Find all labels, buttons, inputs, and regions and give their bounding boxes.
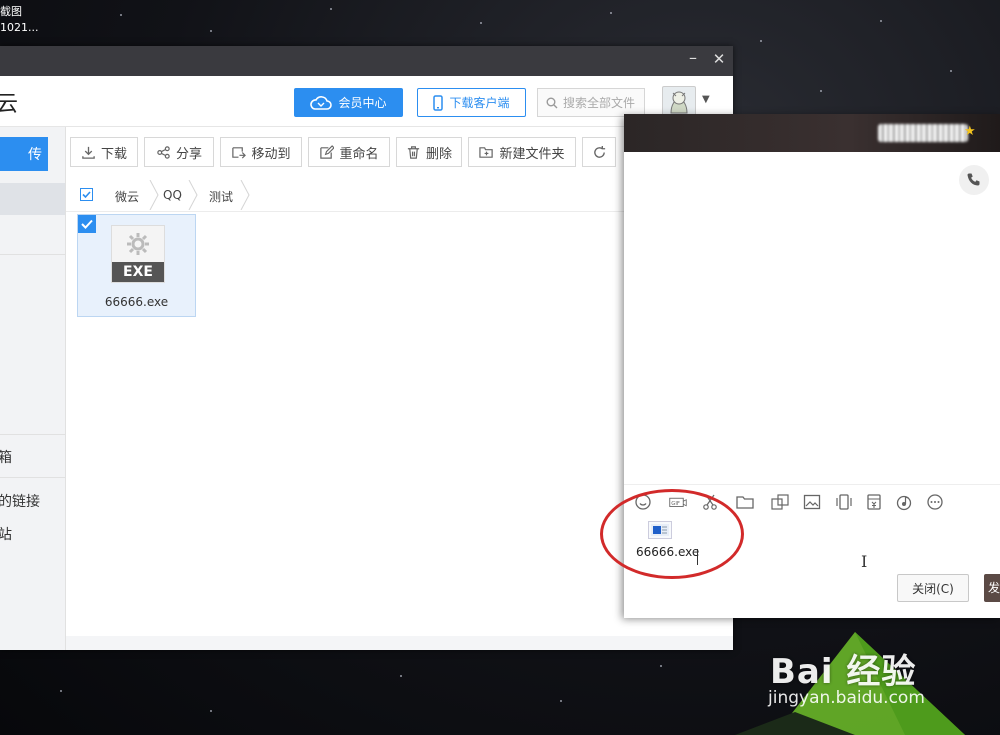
desktop-shortcut-label[interactable]: 截图 1021... (0, 4, 38, 36)
delete-button[interactable]: 删除 (396, 137, 462, 167)
share-button[interactable]: 分享 (144, 137, 214, 167)
music-icon[interactable] (894, 492, 914, 512)
sidebar-item-recycle-bin[interactable]: 站 (0, 524, 12, 544)
screenshot-icon[interactable] (770, 492, 790, 512)
upload-label: 传 (28, 147, 42, 163)
sidebar-divider (0, 434, 65, 435)
app-brand: 云 (0, 92, 19, 117)
file-name: 66666.exe (104, 295, 169, 309)
trash-icon (407, 145, 420, 159)
download-client-button[interactable]: 下载客户端 (417, 88, 526, 117)
breadcrumb-separator-icon (149, 180, 159, 210)
desktop-label-line1: 截图 (0, 5, 22, 18)
weiyun-titlebar[interactable]: – ✕ (0, 46, 733, 76)
file-checkbox[interactable] (78, 215, 96, 233)
sidebar-item-label: 的链接 (0, 494, 40, 510)
send-button[interactable]: 发 (984, 574, 1000, 602)
check-icon (81, 219, 93, 229)
move-to-button[interactable]: 移动到 (220, 137, 302, 167)
download-client-label: 下载客户端 (449, 96, 510, 110)
send-button-label: 发 (988, 581, 1000, 595)
phone-icon (433, 94, 444, 111)
avatar-image (670, 91, 688, 114)
weiyun-sidebar: 传 箱 的链接 站 (0, 127, 66, 650)
move-to-label: 移动到 (251, 146, 291, 162)
shake-icon[interactable] (834, 492, 854, 512)
breadcrumb-item-current[interactable]: 测试 (209, 188, 233, 205)
scissors-icon[interactable] (700, 492, 720, 512)
file-type-badge: EXE (112, 262, 164, 282)
refresh-icon (593, 145, 605, 158)
close-button-label: 关闭(C) (912, 581, 954, 596)
weiyun-footer (66, 636, 733, 650)
breadcrumb-separator-icon (188, 180, 198, 210)
new-folder-label: 新建文件夹 (499, 146, 565, 162)
refresh-button[interactable] (582, 137, 616, 167)
sidebar-divider (0, 254, 65, 255)
download-label: 下载 (100, 146, 127, 162)
smile-icon[interactable] (633, 492, 653, 512)
sidebar-item-label: 站 (0, 527, 12, 543)
vip-center-button[interactable]: 会员中心 (294, 88, 403, 117)
message-input-area[interactable]: GIF 66666.exe I 关闭(C) 发 (624, 484, 1000, 618)
file-icon (651, 524, 669, 536)
gif-icon[interactable]: GIF (666, 492, 690, 512)
qq-chat-header[interactable]: ★ (624, 114, 1000, 152)
minimize-icon[interactable]: – (683, 48, 703, 67)
folder-icon[interactable] (735, 492, 755, 512)
search-icon (546, 97, 558, 108)
red-packet-icon[interactable] (864, 492, 884, 512)
rename-button[interactable]: 重命名 (308, 137, 390, 167)
qq-chat-window: ★ GIF 66666.exe I 关闭(C) 发 (624, 114, 1000, 618)
more-icon[interactable] (925, 492, 945, 512)
search-input[interactable]: 搜索全部文件 (537, 88, 645, 117)
sidebar-item-label: 箱 (0, 450, 12, 466)
baidu-watermark: Bai 经验 (770, 652, 917, 692)
new-folder-icon (479, 146, 494, 158)
phone-icon (967, 173, 980, 186)
baidu-watermark-url: jingyan.baidu.com (768, 688, 925, 708)
text-caret (697, 549, 698, 565)
rename-icon (320, 144, 335, 159)
move-icon (232, 146, 247, 159)
cloud-icon (310, 95, 333, 110)
check-icon (82, 191, 91, 199)
delete-label: 删除 (425, 146, 452, 162)
text-cursor-icon: I (861, 552, 868, 571)
star-icon: ★ (964, 124, 976, 139)
attachment-file-name: 66666.exe (636, 545, 700, 559)
svg-text:GIF: GIF (671, 501, 680, 507)
share-icon (157, 145, 170, 159)
gear-icon (127, 233, 149, 255)
close-button[interactable]: 关闭(C) (897, 574, 969, 602)
share-label: 分享 (175, 146, 202, 162)
chevron-down-icon[interactable]: ▼ (702, 94, 710, 105)
breadcrumb-separator-icon (240, 180, 250, 210)
attachment-file-icon[interactable] (648, 521, 672, 539)
desktop-label-line2: 1021... (0, 21, 39, 34)
download-icon (82, 146, 95, 159)
file-item[interactable]: EXE 66666.exe (77, 214, 196, 317)
breadcrumb-item[interactable]: QQ (163, 188, 182, 202)
sidebar-item-my-links[interactable]: 的链接 (0, 491, 40, 511)
image-icon[interactable] (802, 492, 822, 512)
sidebar-item-selected[interactable] (0, 183, 65, 215)
upload-button[interactable]: 传 (0, 137, 48, 171)
breadcrumb-item[interactable]: 微云 (115, 188, 139, 205)
rename-label: 重命名 (339, 146, 379, 162)
close-icon[interactable]: ✕ (709, 50, 729, 68)
sidebar-item-mailbox[interactable]: 箱 (0, 447, 12, 467)
exe-file-icon: EXE (111, 225, 165, 283)
sidebar-divider (0, 477, 65, 478)
search-placeholder: 搜索全部文件 (563, 96, 636, 110)
contact-name-blurred (878, 124, 968, 142)
vip-center-label: 会员中心 (338, 96, 387, 110)
call-button[interactable] (959, 165, 989, 195)
new-folder-button[interactable]: 新建文件夹 (468, 137, 576, 167)
select-all-checkbox[interactable] (80, 188, 93, 201)
download-button[interactable]: 下载 (70, 137, 138, 167)
